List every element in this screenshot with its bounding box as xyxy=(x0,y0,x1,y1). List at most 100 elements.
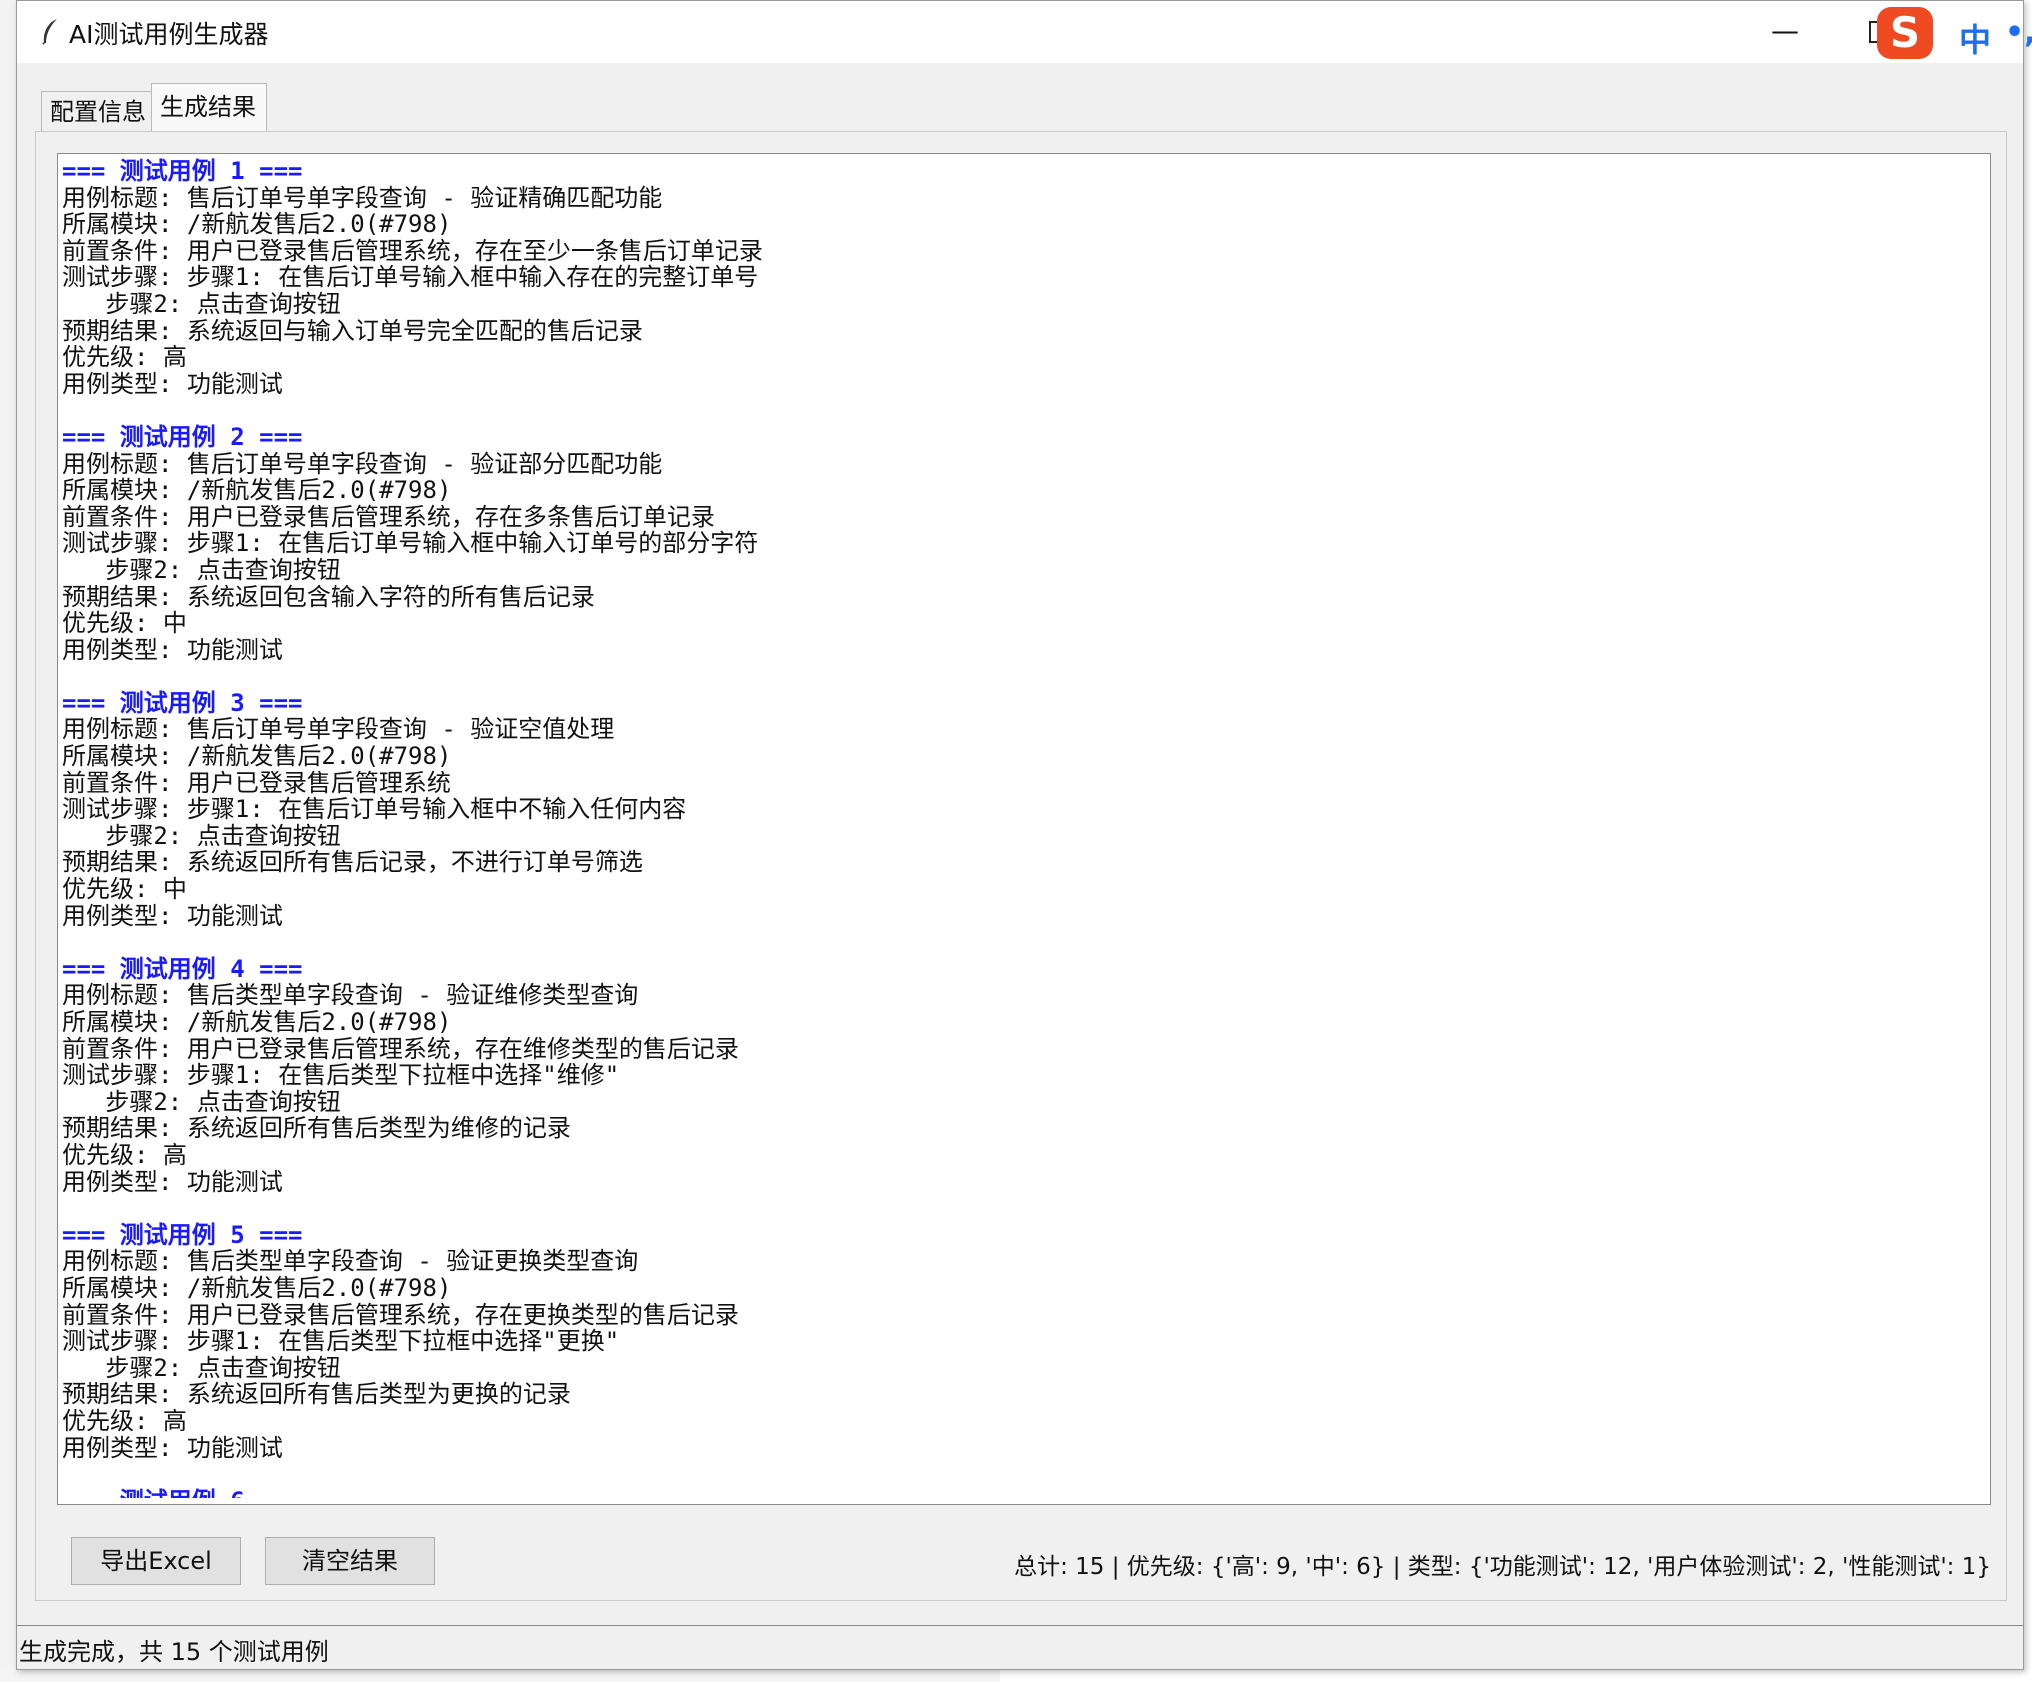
feather-icon xyxy=(42,19,57,45)
field-label: 用例标题: xyxy=(62,183,187,212)
ime-mode-indicator[interactable]: 中 xyxy=(1959,15,1991,61)
ime-toolbar[interactable]: S 中 •, xyxy=(1877,5,2032,61)
app-window: AI测试用例生成器 — S 中 •, 配置信息 生成结果 === 测试用例 1 … xyxy=(16,0,2032,1670)
field-value: 功能测试 xyxy=(186,635,283,664)
field-label: 用例标题: xyxy=(62,449,187,478)
field-label: 预期结果: xyxy=(62,316,187,345)
field-value: 功能测试 xyxy=(186,1167,283,1196)
case-field-expected: 预期结果: 系统返回所有售后类型为维修的记录 xyxy=(62,1115,1942,1142)
case-field-precondition: 前置条件: 用户已登录售后管理系统，存在更换类型的售后记录 xyxy=(62,1300,1942,1329)
case-field-priority: 优先级: 高 xyxy=(62,344,1942,371)
field-value: 步骤1: 在售后类型下拉框中选择"更换" xyxy=(186,1327,620,1356)
case-field-title: 用例标题: 售后订单号单字段查询 - 验证部分匹配功能 xyxy=(62,449,1942,478)
case-field-step1: 测试步骤: 步骤1: 在售后订单号输入框中输入存在的完整订单号 xyxy=(62,264,1942,291)
field-label: 预期结果: xyxy=(62,1114,187,1143)
case-field-type: 用例类型: 功能测试 xyxy=(62,369,1942,398)
case-header: === 测试用例 4 === xyxy=(62,954,303,983)
case-field-expected: 预期结果: 系统返回所有售后类型为更换的记录 xyxy=(62,1381,1942,1408)
case-field-precondition: 前置条件: 用户已登录售后管理系统，存在至少一条售后订单记录 xyxy=(62,236,1942,265)
field-label: 前置条件: xyxy=(62,1300,187,1329)
case-field-step2: 步骤2: 点击查询按钮 xyxy=(62,557,1942,584)
case-header: === 测试用例 3 === xyxy=(62,688,303,717)
field-value: 步骤1: 在售后订单号输入框中输入存在的完整订单号 xyxy=(186,263,759,292)
title-bar[interactable]: AI测试用例生成器 — S 中 •, xyxy=(17,1,2032,63)
field-value: /新航发售后2.0(#798) xyxy=(186,742,452,771)
field-value: /新航发售后2.0(#798) xyxy=(186,1008,452,1036)
case-field-step2: 步骤2: 点击查询按钮 xyxy=(62,291,1942,318)
field-value: 步骤2: 点击查询按钮 xyxy=(62,1353,341,1382)
field-label: 用例标题: xyxy=(62,715,187,744)
field-label: 前置条件: xyxy=(62,1034,187,1063)
sogou-logo-icon[interactable]: S xyxy=(1877,7,1933,59)
export-excel-button[interactable]: 导出Excel xyxy=(71,1537,241,1585)
case-field-step1: 测试步骤: 步骤1: 在售后订单号输入框中不输入任何内容 xyxy=(62,796,1942,823)
field-label: 所属模块: xyxy=(62,742,187,771)
field-label: 优先级: xyxy=(62,609,163,638)
field-value: 功能测试 xyxy=(186,1433,283,1462)
case-field-module: 所属模块: /新航发售后2.0(#798) xyxy=(62,1009,1942,1036)
case-field-priority: 优先级: 高 xyxy=(62,1142,1942,1169)
case-field-step2: 步骤2: 点击查询按钮 xyxy=(62,1353,1942,1382)
case-field-precondition: 前置条件: 用户已登录售后管理系统，存在多条售后订单记录 xyxy=(62,502,1942,531)
field-value: 售后订单号单字段查询 - 验证精确匹配功能 xyxy=(186,183,663,212)
case-field-step2: 步骤2: 点击查询按钮 xyxy=(62,823,1942,850)
field-label: 优先级: xyxy=(62,343,163,372)
field-value: 售后类型单字段查询 - 验证更换类型查询 xyxy=(186,1247,639,1276)
field-label: 测试步骤: xyxy=(62,1061,187,1090)
case-field-module: 所属模块: /新航发售后2.0(#798) xyxy=(62,1275,1942,1302)
status-bar: 生成完成，共 15 个测试用例 xyxy=(17,1625,2023,1666)
field-value: 高 xyxy=(162,343,187,372)
window-title: AI测试用例生成器 xyxy=(69,20,269,49)
case-field-expected: 预期结果: 系统返回所有售后记录，不进行订单号筛选 xyxy=(62,849,1942,876)
case-field-step2: 步骤2: 点击查询按钮 xyxy=(62,1087,1942,1116)
case-field-module: 所属模块: /新航发售后2.0(#798) xyxy=(62,477,1942,504)
tab-config[interactable]: 配置信息 xyxy=(41,91,159,132)
field-value: 系统返回包含输入字符的所有售后记录 xyxy=(186,582,595,611)
field-value: 步骤1: 在售后订单号输入框中输入订单号的部分字符 xyxy=(186,529,759,558)
field-label: 用例标题: xyxy=(62,981,187,1010)
field-value: 步骤1: 在售后类型下拉框中选择"维修" xyxy=(186,1061,620,1090)
case-field-priority: 优先级: 中 xyxy=(62,610,1942,637)
field-value: /新航发售后2.0(#798) xyxy=(186,210,452,239)
results-content: === 测试用例 1 === 用例标题: 售后订单号单字段查询 - 验证精确匹配功… xyxy=(62,158,1942,1498)
field-value: 步骤2: 点击查询按钮 xyxy=(62,1087,341,1116)
field-label: 优先级: xyxy=(62,1140,163,1169)
ime-punctuation-indicator[interactable]: •, xyxy=(2005,15,2032,50)
case-field-title: 用例标题: 售后类型单字段查询 - 验证维修类型查询 xyxy=(62,982,1942,1009)
field-label: 用例类型: xyxy=(62,901,187,930)
case-field-step1: 测试步骤: 步骤1: 在售后类型下拉框中选择"更换" xyxy=(62,1328,1942,1355)
clear-results-button[interactable]: 清空结果 xyxy=(265,1537,435,1585)
case-field-priority: 优先级: 高 xyxy=(62,1408,1942,1435)
field-value: /新航发售后2.0(#798) xyxy=(186,1273,452,1302)
field-value: 用户已登录售后管理系统 xyxy=(186,768,451,797)
field-value: 步骤2: 点击查询按钮 xyxy=(62,555,341,584)
stats-summary: 总计: 15 | 优先级: {'高': 9, '中': 6} | 类型: {'功… xyxy=(1014,1554,1991,1580)
field-label: 所属模块: xyxy=(62,1008,187,1036)
field-label: 用例类型: xyxy=(62,1433,187,1462)
results-textarea[interactable]: === 测试用例 1 === 用例标题: 售后订单号单字段查询 - 验证精确匹配功… xyxy=(57,153,1991,1505)
case-field-step1: 测试步骤: 步骤1: 在售后类型下拉框中选择"维修" xyxy=(62,1062,1942,1089)
field-label: 优先级: xyxy=(62,875,163,904)
field-value: 售后类型单字段查询 - 验证维修类型查询 xyxy=(186,981,639,1010)
field-label: 用例类型: xyxy=(62,369,187,398)
case-field-module: 所属模块: /新航发售后2.0(#798) xyxy=(62,743,1942,770)
tab-results[interactable]: 生成结果 xyxy=(151,83,267,132)
field-value: 系统返回所有售后类型为维修的记录 xyxy=(186,1114,571,1143)
case-header-partial: 测试用例 6 xyxy=(62,1488,1942,1498)
case-field-type: 用例类型: 功能测试 xyxy=(62,1167,1942,1196)
case-field-expected: 预期结果: 系统返回包含输入字符的所有售后记录 xyxy=(62,582,1942,611)
field-value: 用户已登录售后管理系统，存在至少一条售后订单记录 xyxy=(186,236,763,265)
field-label: 预期结果: xyxy=(62,1380,187,1409)
field-label: 用例标题: xyxy=(62,1247,187,1276)
field-value: 高 xyxy=(162,1406,187,1435)
field-value: 用户已登录售后管理系统，存在多条售后订单记录 xyxy=(186,502,715,531)
field-value: 高 xyxy=(162,1140,187,1169)
field-label: 预期结果: xyxy=(62,848,187,877)
minimize-button[interactable]: — xyxy=(1765,11,1805,51)
field-value: 系统返回所有售后记录，不进行订单号筛选 xyxy=(186,848,643,877)
field-label: 预期结果: xyxy=(62,582,187,611)
field-label: 用例类型: xyxy=(62,635,187,664)
